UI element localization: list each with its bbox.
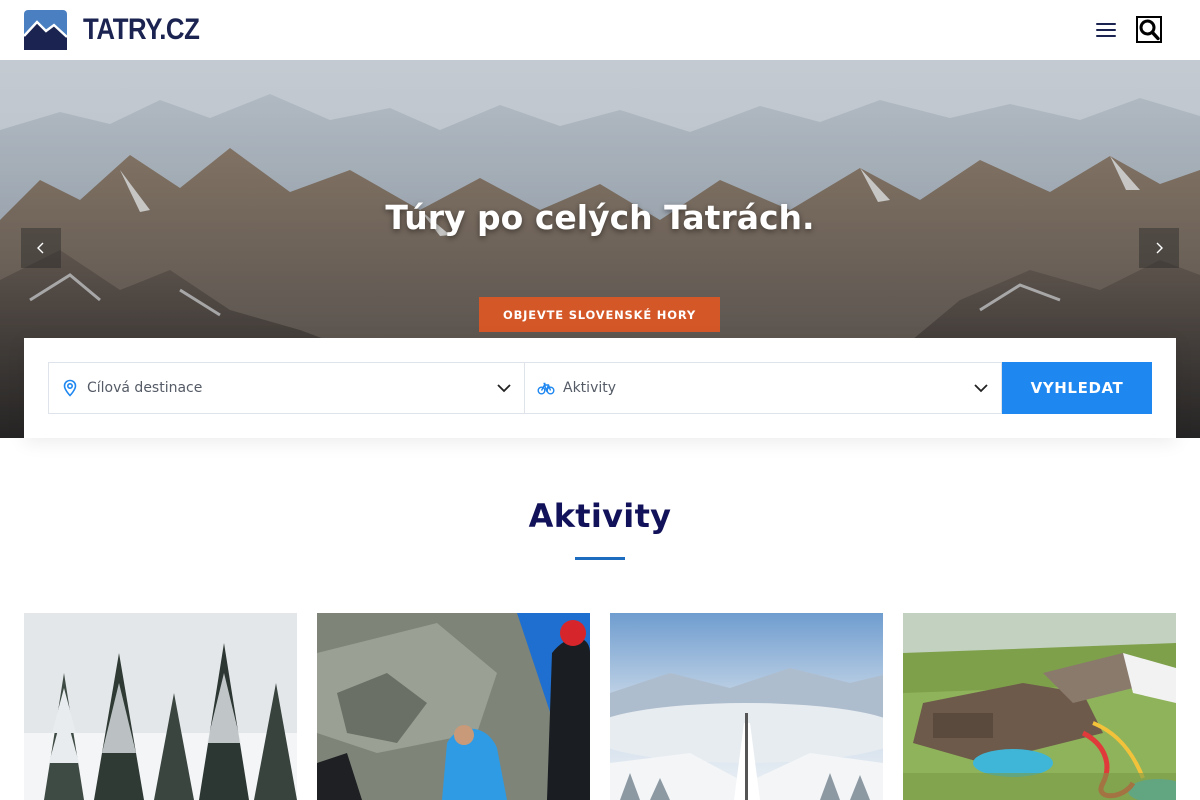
site-logo[interactable]: TATRY.CZ	[24, 10, 218, 50]
chevron-right-icon	[1156, 242, 1163, 254]
activity-select[interactable]: Aktivity	[525, 362, 1002, 414]
destination-select[interactable]: Cílová destinace	[48, 362, 525, 414]
slider-prev-button[interactable]	[21, 228, 61, 268]
aquapark-image	[903, 613, 1176, 800]
activity-card-climbing[interactable]	[317, 613, 590, 800]
destination-placeholder: Cílová destinace	[87, 380, 203, 396]
location-pin-icon	[61, 379, 79, 397]
activity-placeholder: Aktivity	[563, 380, 617, 396]
ski-resort-image	[610, 613, 883, 800]
chevron-down-icon	[497, 384, 511, 393]
climbers-image	[317, 613, 590, 800]
slider-next-button[interactable]	[1139, 228, 1179, 268]
chevron-down-icon	[974, 384, 988, 393]
section-title: Aktivity	[528, 497, 672, 535]
bicycle-icon	[537, 379, 555, 397]
logo-text: TATRY.CZ	[83, 13, 200, 46]
search-submit-button[interactable]: VYHLEDAT	[1002, 362, 1152, 414]
site-header: TATRY.CZ	[0, 0, 1200, 60]
hero-title: Túry po celých Tatrách.	[385, 198, 815, 237]
activity-card-winter-forest[interactable]	[24, 613, 297, 800]
explore-mountains-button[interactable]: OBJEVTE SLOVENSKÉ HORY	[479, 297, 720, 332]
search-panel: Cílová destinace Aktivity VYHLEDAT	[24, 338, 1176, 438]
hamburger-menu-icon[interactable]	[1094, 18, 1118, 42]
chevron-left-icon	[37, 242, 44, 254]
snowy-forest-image	[24, 613, 297, 800]
mountain-logo-icon	[24, 10, 67, 50]
activity-card-ski-resort[interactable]	[610, 613, 883, 800]
section-underline	[575, 557, 625, 560]
search-icon[interactable]	[1136, 16, 1162, 43]
activity-card-aquapark[interactable]	[903, 613, 1176, 800]
